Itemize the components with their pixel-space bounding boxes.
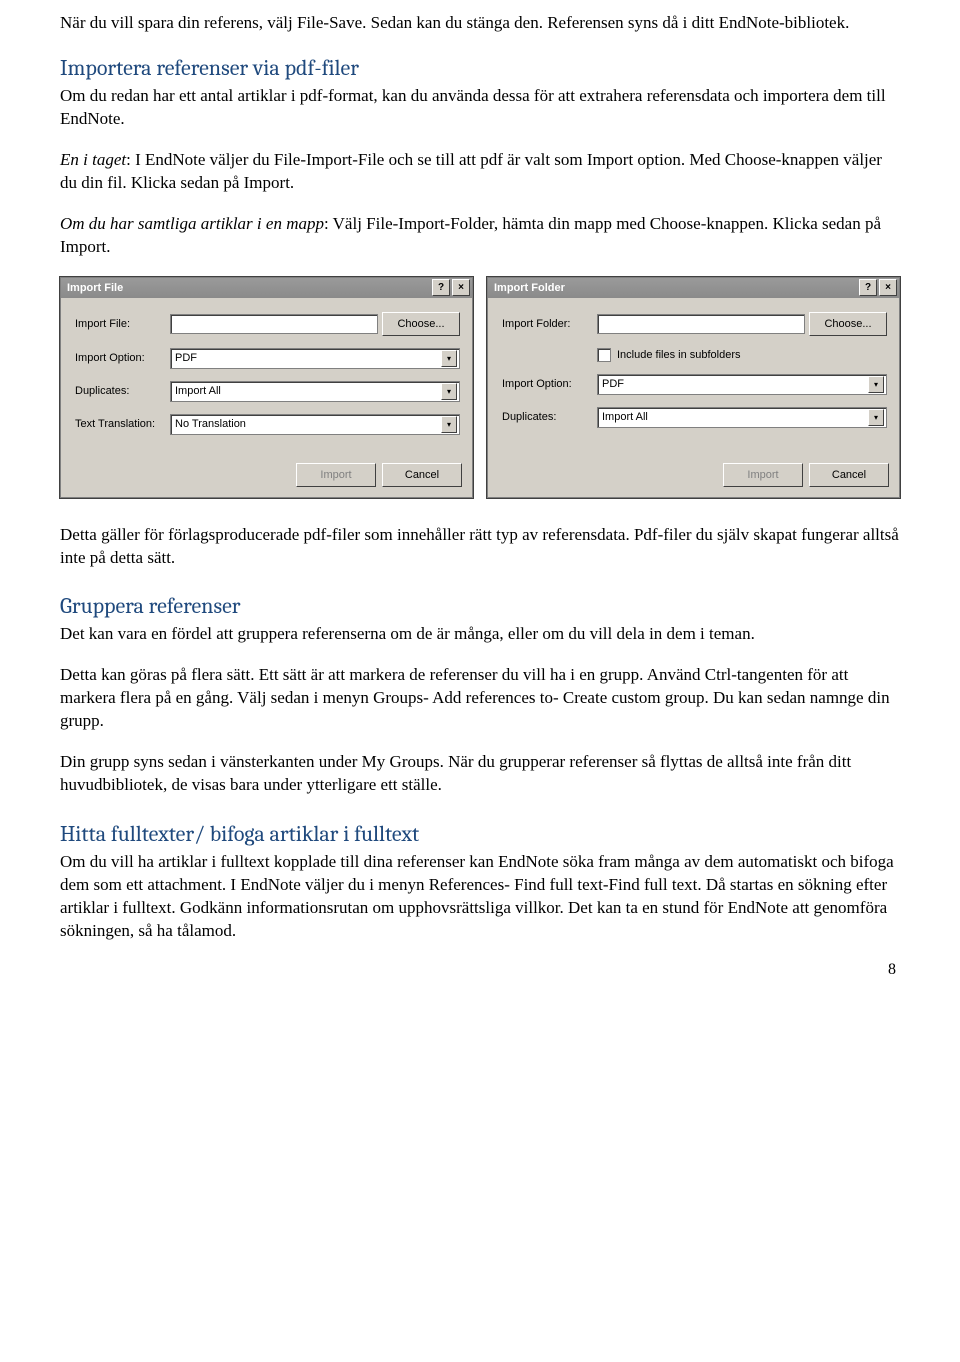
import-folder-dup-dropdown[interactable]: Import All ▾ [597, 407, 887, 428]
import-folder-option-dropdown[interactable]: PDF ▾ [597, 374, 887, 395]
heading-gruppera: Gruppera referenser [60, 593, 900, 619]
import-file-titlebar: Import File ? × [61, 278, 472, 298]
chevron-down-icon: ▾ [868, 409, 884, 426]
import-folder-label-option: Import Option: [502, 378, 597, 390]
import-file-trans-dropdown[interactable]: No Translation ▾ [170, 414, 460, 435]
paragraph-p6: Det kan vara en fördel att gruppera refe… [60, 623, 900, 646]
import-folder-body: Import Folder: Choose... Include files i… [488, 298, 899, 457]
import-file-label-dup: Duplicates: [75, 385, 170, 397]
help-button[interactable]: ? [859, 279, 877, 296]
import-folder-titlebar: Import Folder ? × [488, 278, 899, 298]
paragraph-p4: Om du har samtliga artiklar i en mapp: V… [60, 213, 900, 259]
import-folder-option-value: PDF [602, 378, 868, 390]
import-file-body: Import File: Choose... Import Option: PD… [61, 298, 472, 457]
subfolders-checkbox[interactable] [597, 348, 611, 362]
import-file-button-row: Import Cancel [61, 457, 472, 497]
paragraph-p7: Detta kan göras på flera sätt. Ett sätt … [60, 664, 900, 733]
subfolders-row: Include files in subfolders [502, 348, 887, 362]
import-file-input[interactable] [170, 314, 378, 334]
dialog-screenshots-row: Import File ? × Import File: Choose... I… [60, 277, 900, 498]
import-file-label-option: Import Option: [75, 352, 170, 364]
import-file-option-value: PDF [175, 352, 441, 364]
import-folder-cancel-button[interactable]: Cancel [809, 463, 889, 487]
heading-fulltexter: Hitta fulltexter/ bifoga artiklar i full… [60, 821, 900, 847]
p4-emphasis: Om du har samtliga artiklar i en mapp [60, 214, 324, 233]
import-file-dup-value: Import All [175, 385, 441, 397]
import-file-label-file: Import File: [75, 318, 170, 330]
import-folder-title: Import Folder [494, 282, 857, 294]
import-file-import-button[interactable]: Import [296, 463, 376, 487]
p3-rest: : I EndNote väljer du File-Import-File o… [60, 150, 882, 192]
chevron-down-icon: ▾ [441, 416, 457, 433]
close-button[interactable]: × [452, 279, 470, 296]
choose-folder-button[interactable]: Choose... [809, 312, 887, 336]
import-file-trans-value: No Translation [175, 418, 441, 430]
page-number: 8 [60, 961, 900, 979]
import-folder-dialog: Import Folder ? × Import Folder: Choose.… [487, 277, 900, 498]
chevron-down-icon: ▾ [868, 376, 884, 393]
import-folder-label-dup: Duplicates: [502, 411, 597, 423]
import-folder-input[interactable] [597, 314, 805, 334]
import-file-label-trans: Text Translation: [75, 418, 170, 430]
import-file-cancel-button[interactable]: Cancel [382, 463, 462, 487]
chevron-down-icon: ▾ [441, 383, 457, 400]
close-button[interactable]: × [879, 279, 897, 296]
import-folder-import-button[interactable]: Import [723, 463, 803, 487]
paragraph-p3: En i taget: I EndNote väljer du File-Imp… [60, 149, 900, 195]
paragraph-p5: Detta gäller för förlagsproducerade pdf-… [60, 524, 900, 570]
import-file-title: Import File [67, 282, 430, 294]
paragraph-p2: Om du redan har ett antal artiklar i pdf… [60, 85, 900, 131]
chevron-down-icon: ▾ [441, 350, 457, 367]
intro-paragraph: När du vill spara din referens, välj Fil… [60, 12, 900, 35]
import-file-option-dropdown[interactable]: PDF ▾ [170, 348, 460, 369]
import-folder-dup-value: Import All [602, 411, 868, 423]
paragraph-p8: Din grupp syns sedan i vänsterkanten und… [60, 751, 900, 797]
subfolders-label: Include files in subfolders [617, 349, 741, 361]
import-folder-label-folder: Import Folder: [502, 318, 597, 330]
paragraph-p9: Om du vill ha artiklar i fulltext koppla… [60, 851, 900, 943]
heading-import-pdf: Importera referenser via pdf-filer [60, 55, 900, 81]
import-file-dialog: Import File ? × Import File: Choose... I… [60, 277, 473, 498]
import-folder-button-row: Import Cancel [488, 457, 899, 497]
choose-file-button[interactable]: Choose... [382, 312, 460, 336]
import-file-dup-dropdown[interactable]: Import All ▾ [170, 381, 460, 402]
p3-emphasis: En i taget [60, 150, 126, 169]
help-button[interactable]: ? [432, 279, 450, 296]
